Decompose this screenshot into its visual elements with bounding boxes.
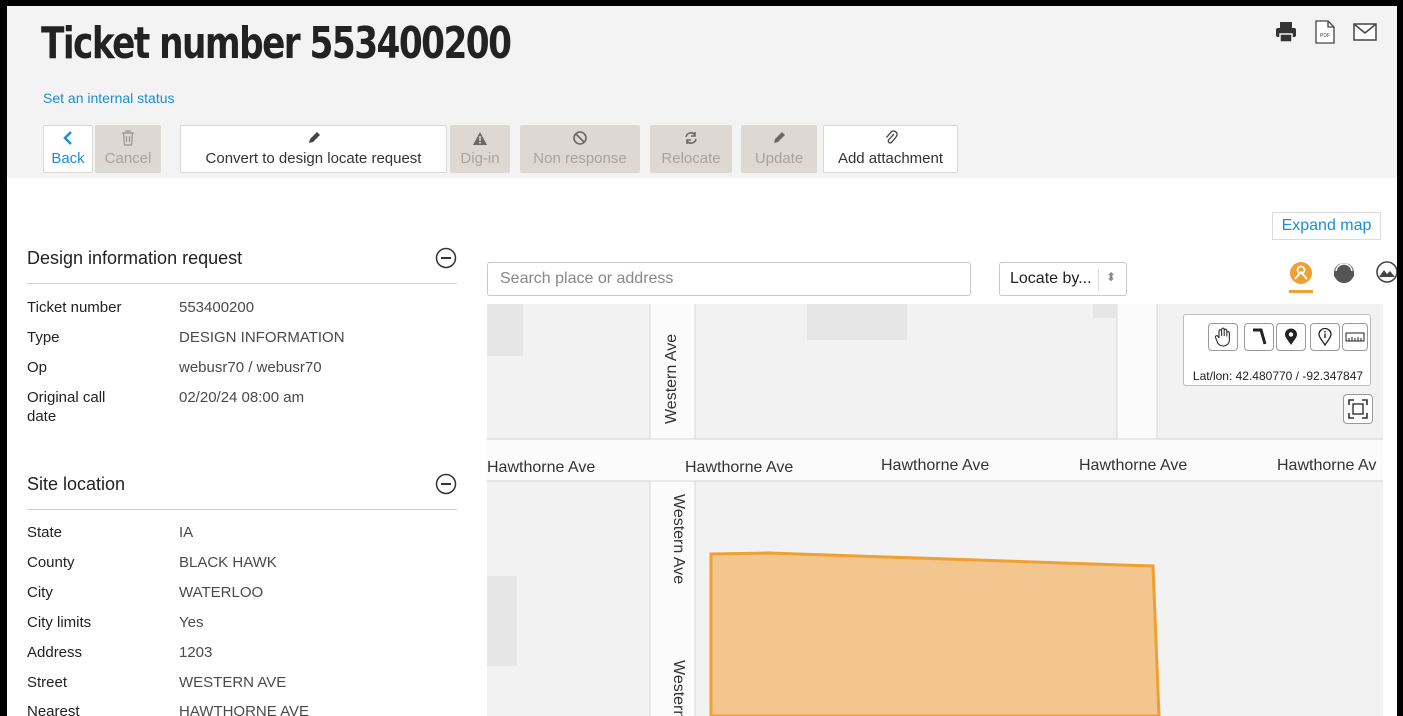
- field-value: HAWTHORNE AVE: [179, 703, 310, 716]
- relocate-button[interactable]: Relocate: [650, 125, 732, 173]
- field-label: Street: [27, 674, 68, 691]
- relocate-button-label: Relocate: [661, 150, 721, 167]
- dig-in-button[interactable]: Dig-in: [450, 125, 510, 173]
- fullscreen-icon[interactable]: [1343, 394, 1373, 424]
- locate-by-select[interactable]: Locate by... ⬍: [999, 262, 1127, 296]
- non-response-button-label: Non response: [533, 150, 627, 167]
- back-button[interactable]: Back: [43, 125, 93, 173]
- refresh-icon: [683, 128, 699, 148]
- measure-ruler-icon[interactable]: [1342, 323, 1368, 351]
- svg-text:PDF: PDF: [1320, 33, 1330, 39]
- non-response-button[interactable]: Non response: [520, 125, 640, 173]
- collapse-site-location-icon[interactable]: [435, 473, 457, 495]
- map-canvas[interactable]: Hawthorne Ave Hawthorne Ave Hawthorne Av…: [487, 304, 1383, 716]
- field-label: Address: [27, 644, 83, 661]
- street-label-hawthorne: Hawthorne Ave: [487, 459, 596, 476]
- convert-design-locate-label: Convert to design locate request: [205, 150, 422, 167]
- field-value: IA: [179, 524, 194, 541]
- design-info-header: Design information request: [27, 236, 457, 284]
- field-value: WATERLOO: [179, 584, 264, 601]
- street-label-hawthorne: Hawthorne Ave: [685, 459, 794, 476]
- update-button-label: Update: [754, 150, 804, 167]
- map-layer-icons: [1287, 260, 1397, 300]
- dig-in-button-label: Dig-in: [460, 150, 500, 167]
- pencil-icon: [771, 128, 787, 148]
- info-pin-icon[interactable]: [1310, 323, 1340, 351]
- street-label-western: Western Ave: [670, 494, 687, 585]
- field-value: 553400200: [179, 299, 255, 316]
- add-attachment-label: Add attachment: [837, 150, 944, 167]
- ticket-page: Ticket number 553400200 Set an internal …: [7, 6, 1397, 716]
- field-label: City limits: [27, 614, 92, 631]
- field-value: WESTERN AVE: [179, 674, 287, 691]
- latlon-readout: Lat/lon: 42.480770 / -92.347847: [1192, 369, 1364, 383]
- map-pin-icon[interactable]: [1276, 323, 1306, 351]
- convert-design-locate-button[interactable]: Convert to design locate request: [180, 125, 447, 173]
- field-label: Nearest: [27, 703, 80, 716]
- update-button[interactable]: Update: [741, 125, 817, 173]
- set-internal-status-link[interactable]: Set an internal status: [43, 90, 175, 106]
- field-label: Ticket number: [27, 299, 122, 316]
- mail-icon[interactable]: [1353, 23, 1377, 41]
- map-search-input[interactable]: [487, 262, 971, 296]
- draw-line-icon[interactable]: [1244, 323, 1274, 351]
- street-label-hawthorne: Hawthorne Ave: [1079, 457, 1188, 474]
- map-tool-panel: Lat/lon: 42.480770 / -92.347847: [1183, 314, 1371, 386]
- printer-icon[interactable]: [1275, 21, 1297, 43]
- field-value: 02/20/24 08:00 am: [179, 389, 305, 406]
- support-layer-icon[interactable]: [1331, 260, 1359, 288]
- page-title: Ticket number 553400200: [41, 18, 512, 69]
- field-label: Op: [27, 359, 48, 376]
- add-attachment-button[interactable]: Add attachment: [823, 125, 958, 173]
- trash-icon: [121, 128, 135, 148]
- field-value: BLACK HAWK: [179, 554, 277, 571]
- field-label: County: [27, 554, 75, 571]
- field-value: 1203: [179, 644, 213, 661]
- field-label: Type: [27, 329, 60, 346]
- select-arrows-icon: ⬍: [1106, 270, 1117, 284]
- pan-hand-icon[interactable]: [1208, 323, 1238, 351]
- locate-by-label: Locate by...: [1010, 270, 1092, 287]
- field-value: Yes: [179, 614, 204, 631]
- dig-area-polygon: [709, 551, 1161, 716]
- pdf-icon[interactable]: PDF: [1315, 20, 1335, 44]
- design-info-title: Design information request: [27, 248, 243, 268]
- field-value: webusr70 / webusr70: [179, 359, 322, 376]
- top-action-icons: PDF: [1275, 20, 1377, 44]
- back-button-label: Back: [51, 150, 85, 167]
- locator-layer-icon[interactable]: [1287, 260, 1315, 293]
- cancel-button-label: Cancel: [104, 150, 152, 167]
- cancel-button[interactable]: Cancel: [95, 125, 161, 173]
- terrain-layer-icon[interactable]: [1375, 260, 1397, 288]
- chevron-left-icon: [62, 128, 74, 148]
- prohibited-icon: [572, 128, 588, 148]
- expand-map-button[interactable]: Expand map: [1272, 212, 1381, 240]
- site-location-header: Site location: [27, 462, 457, 510]
- field-label: City: [27, 584, 53, 601]
- field-label: Original call date: [27, 389, 106, 425]
- field-value: DESIGN INFORMATION: [179, 329, 345, 346]
- warning-icon: [472, 128, 488, 148]
- field-label: State: [27, 524, 63, 541]
- paperclip-icon: [884, 128, 898, 148]
- header-band: Ticket number 553400200 Set an internal …: [7, 6, 1397, 178]
- street-label-western: Western: [670, 660, 687, 716]
- pencil-icon: [306, 128, 322, 148]
- site-location-title: Site location: [27, 474, 126, 494]
- select-divider: [1098, 269, 1099, 291]
- collapse-design-info-icon[interactable]: [435, 247, 457, 269]
- street-label-hawthorne: Hawthorne Av: [1277, 457, 1377, 474]
- street-label-hawthorne: Hawthorne Ave: [881, 457, 990, 474]
- street-label-western: Western Ave: [663, 333, 680, 424]
